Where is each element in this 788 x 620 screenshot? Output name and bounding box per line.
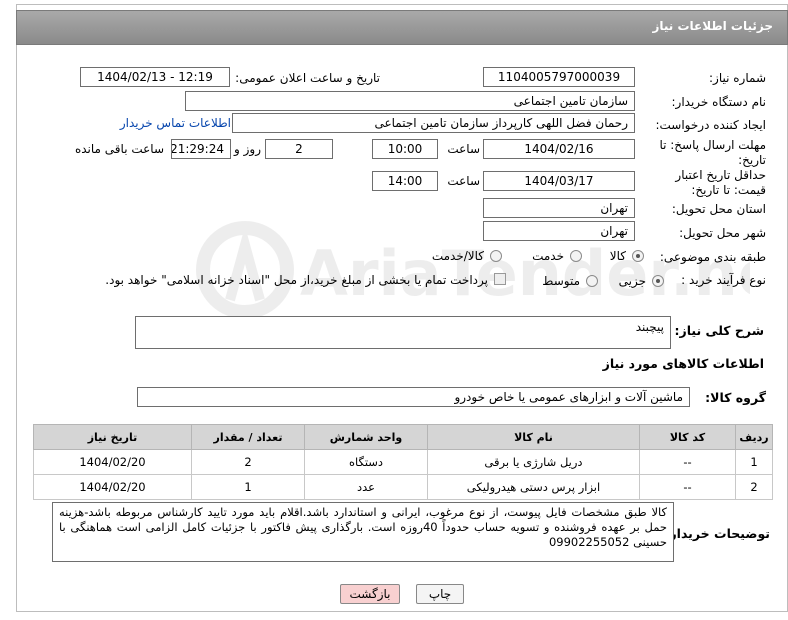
description-field[interactable]: پیچبند [135,316,671,349]
goods-group-label: گروه کالا: [705,390,766,405]
buyer-org-label: نام دستگاه خریدار: [671,95,767,109]
days-field[interactable]: 2 [265,139,333,159]
cell-row-number: 1 [735,449,773,475]
contact-info-link[interactable]: اطلاعات تماس خریدار [120,116,231,130]
process-option-minor: جزیی [618,274,646,288]
category-radio-service[interactable] [570,250,582,262]
goods-section-title: اطلاعات کالاهای مورد نیاز [602,356,764,371]
items-table: ردیف کد کالا نام کالا واحد شمارش تعداد /… [33,424,773,500]
city-label: شهر محل تحویل: [679,226,766,240]
requester-label: ایجاد کننده درخواست: [655,118,766,132]
category-option-both: کالا/خدمت [431,249,484,263]
cell-quantity: 2 [191,449,305,475]
buyer-org-field[interactable]: سازمان تامین اجتماعی [185,91,635,111]
page-title: جزئیات اطلاعات نیاز [652,19,773,33]
category-radio-goods[interactable] [632,250,644,262]
buyer-notes-label: توضیحات خریدار: [664,526,770,541]
province-label: استان محل تحویل: [671,202,766,216]
cell-item-name: دریل شارژی یا برقی [427,449,640,475]
city-field[interactable]: تهران [483,221,635,241]
cell-item-code: -- [639,474,736,500]
cell-unit: عدد [304,474,428,500]
requester-field[interactable]: رحمان فضل اللهی کارپرداز سازمان تامین اج… [232,113,635,133]
cell-item-name: ابزار پرس دستی هیدرولیکی [427,474,640,500]
cell-item-code: -- [639,449,736,475]
cell-need-date: 1404/02/20 [33,449,192,475]
header-need-date: تاریخ نیاز [33,424,192,450]
process-label: نوع فرآیند خرید : [681,273,766,287]
remaining-time-field[interactable]: 21:29:24 [171,139,231,159]
province-field[interactable]: تهران [483,198,635,218]
category-radio-both[interactable] [490,250,502,262]
remaining-label: ساعت باقی مانده [74,142,164,156]
cell-quantity: 1 [191,474,305,500]
validity-label: حداقل تاریخ اعتبار قیمت: تا تاریخ: [675,168,766,197]
table-header-row: ردیف کد کالا نام کالا واحد شمارش تعداد /… [33,424,773,450]
treasury-payment-checkbox[interactable] [494,273,506,285]
process-radio-medium[interactable] [586,275,598,287]
back-button[interactable]: بازگشت [340,584,400,604]
cell-need-date: 1404/02/20 [33,474,192,500]
table-row: 2 -- ابزار پرس دستی هیدرولیکی عدد 1 1404… [33,474,773,500]
header-item-code: کد کالا [639,424,736,450]
announce-field[interactable]: 1404/02/13 - 12:19 [80,67,230,87]
description-label: شرح کلی نیاز: [674,323,764,338]
deadline-time-label: ساعت [447,142,480,156]
title-bar: جزئیات اطلاعات نیاز [16,10,788,45]
header-quantity: تعداد / مقدار [191,424,305,450]
validity-time-field[interactable]: 14:00 [372,171,438,191]
deadline-date-field[interactable]: 1404/02/16 [483,139,635,159]
header-row-number: ردیف [735,424,773,450]
cell-row-number: 2 [735,474,773,500]
table-row: 1 -- دریل شارژی یا برقی دستگاه 2 1404/02… [33,449,773,475]
cell-unit: دستگاه [304,449,428,475]
validity-time-label: ساعت [447,174,480,188]
need-number-field[interactable]: 1104005797000039 [483,67,635,87]
announce-label: تاریخ و ساعت اعلان عمومی: [235,71,380,85]
treasury-payment-note: پرداخت تمام یا بخشی از مبلغ خرید،از محل … [105,273,488,287]
header-item-name: نام کالا [427,424,640,450]
validity-date-field[interactable]: 1404/03/17 [483,171,635,191]
process-option-medium: متوسط [542,274,580,288]
category-label: طبقه بندی موضوعی: [659,250,766,264]
goods-group-field[interactable]: ماشین آلات و ابزارهای عمومی یا خاص خودرو [137,387,690,407]
deadline-time-field[interactable]: 10:00 [372,139,438,159]
print-button[interactable]: چاپ [416,584,464,604]
category-option-service: خدمت [532,249,564,263]
need-number-label: شماره نیاز: [709,71,766,85]
deadline-label: مهلت ارسال پاسخ: تا تاریخ: [659,138,766,167]
days-label: روز و [234,142,261,156]
category-option-goods: کالا [609,249,626,263]
process-radio-minor[interactable] [652,275,664,287]
buyer-notes-field[interactable]: کالا طبق مشخصات فایل پیوست، از نوع مرغوب… [52,502,674,562]
header-unit: واحد شمارش [304,424,428,450]
